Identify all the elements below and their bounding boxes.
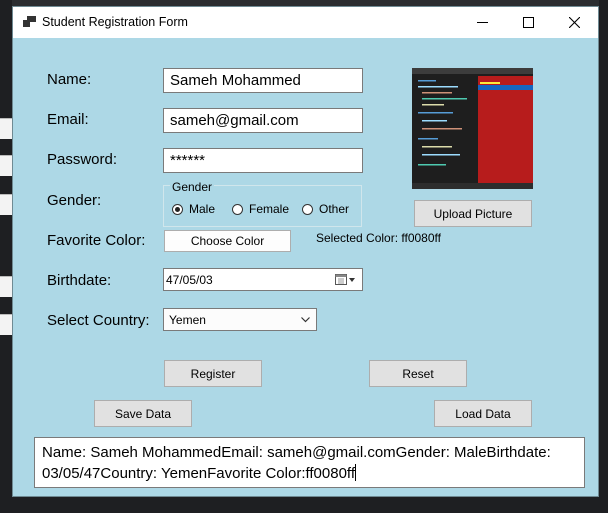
reset-button[interactable]: Reset	[369, 360, 467, 387]
email-input[interactable]: sameh@gmail.com	[163, 108, 363, 133]
title-bar: Student Registration Form	[13, 7, 598, 38]
close-button[interactable]	[551, 7, 597, 38]
gender-group-title: Gender	[170, 180, 215, 194]
app-icon	[23, 16, 36, 27]
upload-picture-button[interactable]: Upload Picture	[414, 200, 532, 227]
radio-unselected-icon	[302, 203, 313, 215]
country-value: Yemen	[169, 313, 206, 327]
chevron-down-icon	[301, 317, 310, 323]
output-textbox[interactable]: Name: Sameh MohammedEmail: sameh@gmail.c…	[34, 437, 585, 488]
load-data-button[interactable]: Load Data	[434, 400, 532, 427]
gender-radio-male[interactable]: Male	[172, 202, 215, 216]
password-input[interactable]: ******	[163, 148, 363, 173]
name-input[interactable]: Sameh Mohammed	[163, 68, 363, 93]
name-label: Name:	[47, 71, 92, 88]
selected-color-text: Selected Color: ff0080ff	[316, 231, 441, 245]
birthdate-label: Birthdate:	[47, 272, 112, 289]
minimize-icon	[476, 22, 488, 23]
text-caret	[355, 464, 356, 481]
radio-selected-icon	[172, 203, 183, 215]
email-label: Email:	[47, 111, 89, 128]
background-left-edge	[0, 0, 12, 513]
choose-color-button[interactable]: Choose Color	[164, 230, 291, 252]
gender-option-label: Other	[319, 202, 350, 216]
background-panel	[0, 118, 12, 139]
save-data-button[interactable]: Save Data	[94, 400, 192, 427]
background-bottom-edge	[0, 497, 608, 513]
output-text: Name: Sameh MohammedEmail: sameh@gmail.c…	[42, 444, 551, 482]
gender-option-label: Female	[249, 202, 290, 216]
minimize-button[interactable]	[459, 7, 505, 38]
background-right-edge	[599, 0, 608, 513]
country-label: Select Country:	[47, 312, 150, 329]
radio-unselected-icon	[232, 203, 243, 215]
maximize-button[interactable]	[505, 7, 551, 38]
gender-radio-other[interactable]: Other	[302, 202, 349, 216]
maximize-icon	[522, 17, 534, 28]
background-panel	[0, 155, 12, 176]
gender-label: Gender:	[47, 192, 102, 209]
gender-option-label: Male	[189, 202, 216, 216]
registration-window: Student Registration Form Name: Email: P…	[12, 6, 599, 497]
gender-radio-female[interactable]: Female	[232, 202, 289, 216]
close-icon	[568, 17, 580, 28]
birthdate-picker[interactable]: 47/05/03	[163, 268, 363, 291]
favorite-color-label: Favorite Color:	[47, 232, 146, 249]
background-panel	[0, 314, 12, 335]
background-panel	[0, 194, 12, 215]
profile-picture	[412, 68, 533, 189]
register-button[interactable]: Register	[164, 360, 262, 387]
birthdate-value: 47/05/03	[166, 273, 213, 287]
screenshot-thumbnail-image	[412, 68, 533, 189]
password-label: Password:	[47, 151, 118, 168]
window-title: Student Registration Form	[42, 15, 188, 29]
country-select[interactable]: Yemen	[163, 308, 317, 331]
background-panel	[0, 276, 12, 297]
calendar-icon	[335, 274, 355, 285]
